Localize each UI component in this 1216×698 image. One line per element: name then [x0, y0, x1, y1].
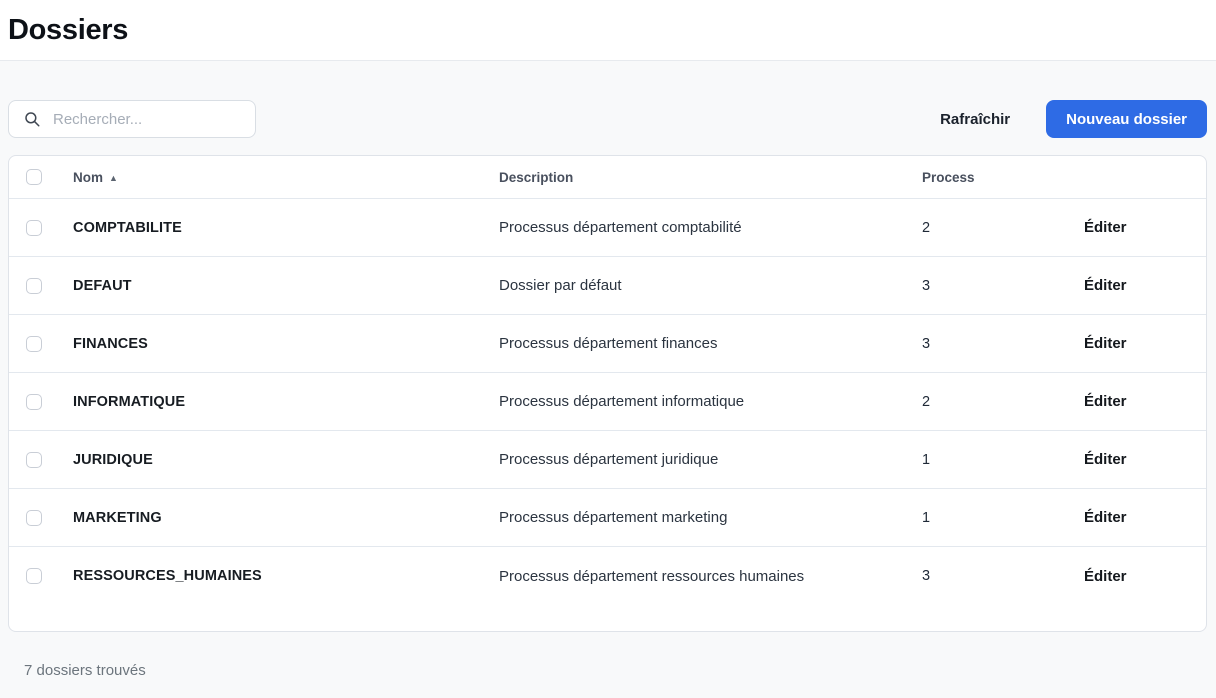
table-body: COMPTABILITE Processus département compt… [9, 199, 1206, 605]
row-edit-button[interactable]: Éditer [1084, 331, 1127, 356]
row-checkbox[interactable] [26, 336, 42, 352]
table-row: COMPTABILITE Processus département compt… [9, 199, 1206, 257]
column-header-process[interactable]: Process [914, 170, 1076, 185]
row-process: 2 [914, 220, 1076, 236]
row-checkbox[interactable] [26, 278, 42, 294]
row-description: Processus département marketing [491, 509, 914, 526]
row-name: FINANCES [65, 336, 491, 352]
row-process: 3 [914, 568, 1076, 584]
row-name: DEFAUT [65, 278, 491, 294]
search-input[interactable] [8, 100, 256, 138]
search-box [8, 100, 256, 138]
page-title: Dossiers [8, 14, 128, 47]
row-edit-button[interactable]: Éditer [1084, 389, 1127, 414]
refresh-button[interactable]: Rafraîchir [938, 103, 1012, 136]
page-header: Dossiers [0, 0, 1216, 61]
table-row: JURIDIQUE Processus département juridiqu… [9, 431, 1206, 489]
sort-asc-icon: ▲ [109, 173, 118, 183]
row-checkbox-cell [9, 452, 65, 468]
column-header-nom-label: Nom [73, 170, 103, 185]
row-description: Processus département finances [491, 335, 914, 352]
row-checkbox[interactable] [26, 510, 42, 526]
folders-table: Nom ▲ Description Process COMPTABILITE Pr… [8, 155, 1207, 632]
row-edit-button[interactable]: Éditer [1084, 505, 1127, 530]
row-checkbox[interactable] [26, 568, 42, 584]
row-name: JURIDIQUE [65, 452, 491, 468]
table-row: DEFAUT Dossier par défaut 3 Éditer [9, 257, 1206, 315]
row-checkbox-cell [9, 394, 65, 410]
row-checkbox-cell [9, 336, 65, 352]
table-row: INFORMATIQUE Processus département infor… [9, 373, 1206, 431]
row-edit-button[interactable]: Éditer [1084, 215, 1127, 240]
row-checkbox-cell [9, 220, 65, 236]
row-name: COMPTABILITE [65, 220, 491, 236]
row-name: INFORMATIQUE [65, 394, 491, 410]
row-description: Processus département comptabilité [491, 219, 914, 236]
table-row: RESSOURCES_HUMAINES Processus départemen… [9, 547, 1206, 605]
column-header-nom[interactable]: Nom ▲ [65, 170, 491, 185]
toolbar-actions: Rafraîchir Nouveau dossier [938, 100, 1207, 138]
row-checkbox-cell [9, 278, 65, 294]
row-checkbox-cell [9, 568, 65, 584]
results-count: 7 dossiers trouvés [24, 662, 1216, 679]
row-description: Dossier par défaut [491, 277, 914, 294]
row-process: 1 [914, 452, 1076, 468]
header-checkbox-cell [9, 169, 65, 185]
row-description: Processus département ressources humaine… [491, 568, 914, 585]
row-edit-button[interactable]: Éditer [1084, 447, 1127, 472]
column-header-description[interactable]: Description [491, 170, 914, 185]
row-description: Processus département juridique [491, 451, 914, 468]
row-name: RESSOURCES_HUMAINES [65, 568, 491, 584]
row-checkbox[interactable] [26, 452, 42, 468]
row-process: 3 [914, 336, 1076, 352]
new-folder-button[interactable]: Nouveau dossier [1046, 100, 1207, 138]
toolbar: Rafraîchir Nouveau dossier [8, 100, 1207, 138]
table-row: FINANCES Processus département finances … [9, 315, 1206, 373]
row-checkbox[interactable] [26, 394, 42, 410]
row-name: MARKETING [65, 510, 491, 526]
table-header-row: Nom ▲ Description Process [9, 156, 1206, 199]
search-icon [23, 110, 41, 128]
row-edit-button[interactable]: Éditer [1084, 564, 1127, 589]
table-row: MARKETING Processus département marketin… [9, 489, 1206, 547]
row-checkbox-cell [9, 510, 65, 526]
row-process: 1 [914, 510, 1076, 526]
row-checkbox[interactable] [26, 220, 42, 236]
select-all-checkbox[interactable] [26, 169, 42, 185]
row-process: 2 [914, 394, 1076, 410]
row-process: 3 [914, 278, 1076, 294]
row-description: Processus département informatique [491, 393, 914, 410]
row-edit-button[interactable]: Éditer [1084, 273, 1127, 298]
